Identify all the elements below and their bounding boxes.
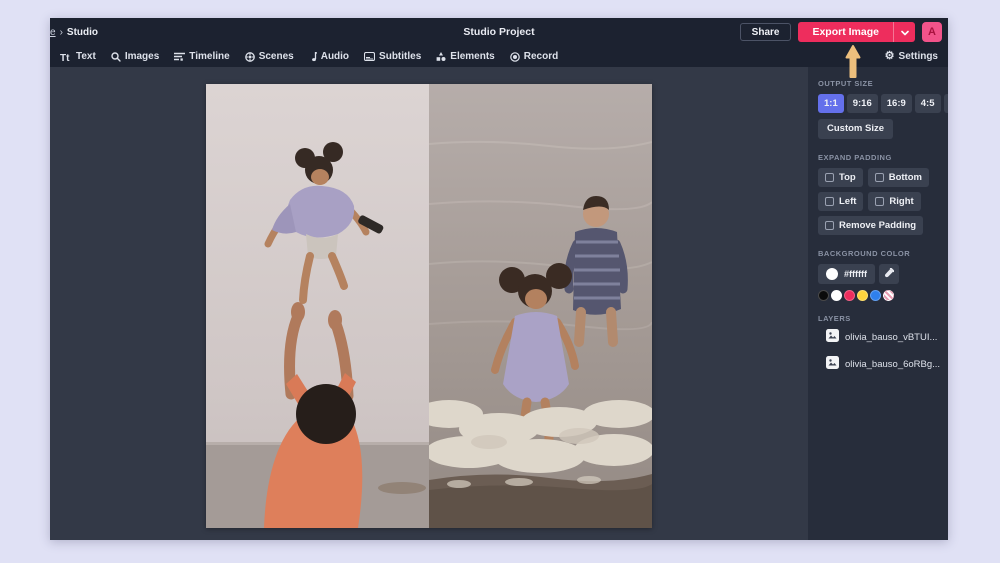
color-preview-circle <box>826 268 838 280</box>
tab-scenes[interactable]: Scenes <box>245 51 294 62</box>
breadcrumb-current: Studio <box>67 27 98 38</box>
remove-padding-button[interactable]: Remove Padding <box>818 216 923 235</box>
padding-bottom-button[interactable]: Bottom <box>868 168 929 187</box>
text-icon: Tt <box>60 52 72 62</box>
tab-text[interactable]: Tt Text <box>60 51 96 62</box>
eyedropper-button[interactable] <box>879 264 899 284</box>
right-sidebar: OUTPUT SIZE 1:1 9:16 16:9 4:5 5:4 Custom… <box>808 67 948 540</box>
beach-toss-photo <box>206 84 429 528</box>
ratio-buttons: 1:1 9:16 16:9 4:5 5:4 <box>818 94 938 113</box>
record-icon <box>510 52 520 62</box>
checkbox-icon <box>825 173 834 182</box>
tab-elements[interactable]: Elements <box>436 51 494 62</box>
expand-padding-label: EXPAND PADDING <box>818 153 938 162</box>
export-image-button-group[interactable]: Export Image <box>798 22 915 42</box>
image-icon <box>826 329 839 347</box>
search-icon <box>111 52 121 62</box>
padding-top-button[interactable]: Top <box>818 168 863 187</box>
padding-left-button[interactable]: Left <box>818 192 863 211</box>
elements-icon <box>436 52 446 62</box>
swatch-red[interactable] <box>844 290 855 301</box>
gear-icon: ⚙ <box>885 51 895 62</box>
image-icon <box>826 356 839 374</box>
ratio-5-4-button[interactable]: 5:4 <box>944 94 949 113</box>
padding-right-button[interactable]: Right <box>868 192 920 211</box>
background-color-value-button[interactable]: #ffffff <box>818 264 875 284</box>
share-button[interactable]: Share <box>740 23 792 41</box>
canvas <box>206 84 652 528</box>
color-swatches <box>818 290 938 301</box>
top-bar: e › Studio Studio Project Share Export I… <box>50 18 948 46</box>
tab-subtitles[interactable]: Subtitles <box>364 51 421 62</box>
canvas-layer-left-photo[interactable] <box>206 84 429 528</box>
checkbox-icon <box>825 197 834 206</box>
breadcrumb: e › Studio <box>50 27 98 38</box>
export-image-button[interactable]: Export Image <box>798 22 893 42</box>
color-hex-value: #ffffff <box>844 269 867 279</box>
layers-label: LAYERS <box>818 314 938 323</box>
checkbox-icon <box>875 197 884 206</box>
editor-toolbar: Tt Text Images Timeline Scenes <box>50 46 948 67</box>
checkbox-icon <box>825 221 834 230</box>
breadcrumb-home-link[interactable]: e <box>50 27 56 38</box>
output-size-label: OUTPUT SIZE <box>818 79 938 88</box>
tab-timeline[interactable]: Timeline <box>174 51 229 62</box>
avatar[interactable]: A <box>922 22 942 42</box>
svg-text:Tt: Tt <box>60 53 70 62</box>
settings-button[interactable]: ⚙ Settings <box>885 51 938 62</box>
project-title[interactable]: Studio Project <box>463 18 534 46</box>
tab-audio[interactable]: Audio <box>309 51 349 62</box>
tab-record[interactable]: Record <box>510 51 558 62</box>
swatch-white[interactable] <box>831 290 842 301</box>
custom-size-button[interactable]: Custom Size <box>818 119 893 139</box>
swatch-black[interactable] <box>818 290 829 301</box>
background-color-label: BACKGROUND COLOR <box>818 249 938 258</box>
layer-item-2[interactable]: olivia_bauso_6oRBg... <box>826 356 938 374</box>
canvas-work-area <box>50 67 808 540</box>
studio-app-window: e › Studio Studio Project Share Export I… <box>50 18 948 540</box>
swatch-yellow[interactable] <box>857 290 868 301</box>
scenes-icon <box>245 52 255 62</box>
music-note-icon <box>309 52 317 62</box>
eyedropper-icon <box>884 265 894 283</box>
subtitles-icon <box>364 52 375 61</box>
chevron-down-icon <box>901 23 909 41</box>
breadcrumb-separator: › <box>60 27 63 38</box>
layer-item-1[interactable]: olivia_bauso_vBTUI... <box>826 329 938 347</box>
topbar-actions: Share Export Image A <box>740 22 942 42</box>
swatch-transparent[interactable] <box>883 290 894 301</box>
canvas-layer-right-photo[interactable] <box>429 84 652 528</box>
swatch-blue[interactable] <box>870 290 881 301</box>
checkbox-icon <box>875 173 884 182</box>
ratio-1-1-button[interactable]: 1:1 <box>818 94 844 113</box>
surf-walk-photo <box>429 84 652 528</box>
ratio-4-5-button[interactable]: 4:5 <box>915 94 941 113</box>
ratio-9-16-button[interactable]: 9:16 <box>847 94 878 113</box>
tab-images[interactable]: Images <box>111 51 159 62</box>
ratio-16-9-button[interactable]: 16:9 <box>881 94 912 113</box>
timeline-icon <box>174 52 185 61</box>
export-options-button[interactable] <box>893 22 915 42</box>
